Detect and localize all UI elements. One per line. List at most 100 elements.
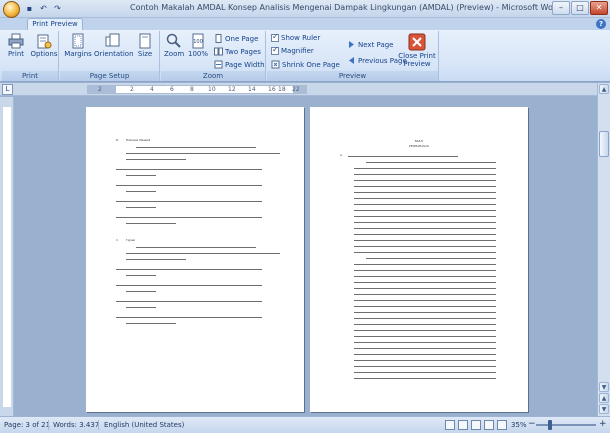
ruler-number: 12 (228, 86, 236, 93)
ruler-number: 10 (208, 86, 216, 93)
text-line (354, 192, 496, 193)
chapter-number: BAB II (414, 140, 424, 143)
show-ruler-checkbox[interactable]: Show Ruler (271, 32, 320, 42)
zoom-label: Zoom (164, 50, 185, 58)
word-count-status[interactable]: Words: 3.437 (53, 421, 99, 429)
horizontal-ruler[interactable]: 2 2 4 6 8 10 12 14 16 18 22 (87, 85, 307, 94)
text-line (126, 253, 280, 254)
text-line (354, 204, 496, 205)
orientation-icon (105, 33, 120, 47)
text-line (354, 294, 496, 295)
magnifier-label: Magnifier (281, 47, 314, 55)
web-layout-view-icon[interactable] (471, 420, 481, 430)
section-a-number: A. (340, 154, 343, 157)
ruler-number: 14 (248, 86, 256, 93)
zoom-out-icon[interactable]: − (528, 419, 536, 429)
text-line (348, 156, 458, 157)
ruler-left-margin (88, 86, 116, 93)
office-button[interactable] (3, 1, 20, 18)
zoom-in-icon[interactable]: + (599, 419, 607, 429)
undo-icon[interactable]: ↶ (38, 3, 49, 14)
text-line (354, 174, 496, 175)
size-button[interactable]: Size (134, 33, 156, 58)
text-line (354, 234, 496, 235)
text-line (116, 285, 262, 286)
zoom-level-status[interactable]: 35% (511, 421, 527, 429)
show-ruler-check[interactable] (271, 32, 279, 42)
outline-view-icon[interactable] (484, 420, 494, 430)
text-line (354, 252, 496, 253)
text-line (126, 307, 156, 308)
text-line (354, 366, 496, 367)
options-button[interactable]: Options (30, 33, 58, 58)
document-area[interactable]: B. Rumusan Masalah C. Tujuan BAB II PEMB… (14, 97, 596, 416)
help-icon[interactable]: ? (596, 19, 606, 29)
text-line (116, 185, 262, 186)
zoom-slider[interactable] (536, 424, 596, 426)
text-line (126, 175, 156, 176)
text-line (354, 318, 496, 319)
horizontal-ruler-row: L 2 2 4 6 8 10 12 14 16 18 22 (0, 83, 610, 96)
language-status[interactable]: English (United States) (104, 421, 184, 429)
page-width-button[interactable]: Page Width (214, 60, 265, 69)
magnifier-checkbox[interactable]: Magnifier (271, 45, 314, 55)
page-left: B. Rumusan Masalah C. Tujuan (86, 107, 304, 412)
draft-view-icon[interactable] (497, 420, 507, 430)
close-print-preview-label: Close Print Preview (398, 52, 436, 68)
margins-button[interactable]: Margins (63, 33, 93, 58)
text-line (126, 159, 186, 160)
orientation-button[interactable]: Orientation (94, 33, 134, 58)
print-button[interactable]: Print (5, 33, 27, 58)
status-separator (98, 420, 99, 430)
vertical-scrollbar[interactable]: ▲ ▼ ▲ ▼ (597, 83, 610, 416)
heading-b-number: B. (116, 139, 119, 142)
vertical-ruler[interactable] (0, 97, 14, 416)
next-page-arrow-icon[interactable]: ▼ (599, 404, 609, 414)
text-line (354, 180, 496, 181)
text-line (136, 147, 256, 148)
next-page-button[interactable]: Next Page (347, 40, 393, 49)
text-line (354, 282, 496, 283)
ruler-number: 22 (292, 86, 300, 93)
save-icon[interactable]: ▪ (24, 3, 35, 14)
text-line (354, 276, 496, 277)
zoom-button[interactable]: Zoom (164, 33, 184, 58)
two-pages-button[interactable]: Two Pages (214, 47, 261, 56)
redo-icon[interactable]: ↷ (52, 3, 63, 14)
one-page-button[interactable]: One Page (214, 34, 258, 43)
previous-page-arrow-icon[interactable]: ▲ (599, 393, 609, 403)
text-line (366, 258, 496, 259)
text-line (354, 324, 496, 325)
svg-text:100: 100 (193, 39, 203, 45)
scroll-down-arrow-icon[interactable]: ▼ (599, 382, 609, 392)
title-bar: ▪ ↶ ↷ Contoh Makalah AMDAL Konsep Analis… (0, 0, 610, 18)
heading-c-number: C. (116, 239, 119, 242)
text-line (126, 323, 176, 324)
maximize-button[interactable]: □ (571, 1, 589, 15)
shrink-one-page-button[interactable]: Shrink One Page (271, 60, 340, 69)
full-screen-reading-view-icon[interactable] (458, 420, 468, 430)
heading-c-text: Tujuan (126, 239, 136, 242)
two-pages-icon (214, 47, 223, 56)
orientation-label: Orientation (94, 50, 134, 58)
page-right: BAB II PEMBAHASAN A. (310, 107, 528, 412)
close-window-button[interactable]: ✕ (590, 1, 608, 15)
group-zoom: Zoom 100 100% One Page Two Pages Page Wi… (161, 31, 266, 81)
close-print-preview-button[interactable]: Close Print Preview (397, 33, 437, 68)
scroll-up-arrow-icon[interactable]: ▲ (599, 84, 609, 94)
page-count-status[interactable]: Page: 3 of 21 (4, 421, 50, 429)
print-layout-view-icon[interactable] (445, 420, 455, 430)
next-page-label: Next Page (358, 40, 394, 49)
magnifier-check[interactable] (271, 45, 279, 55)
status-separator (48, 420, 49, 430)
scrollbar-thumb[interactable] (599, 131, 609, 157)
text-line (116, 269, 262, 270)
ruler-number: 4 (150, 86, 154, 93)
zoom-slider-knob[interactable] (548, 420, 552, 430)
text-line (126, 291, 156, 292)
text-line (354, 300, 496, 301)
ruler-toggle-button[interactable]: L (2, 84, 13, 95)
text-line (354, 336, 496, 337)
minimize-button[interactable]: – (552, 1, 570, 15)
zoom-100-button[interactable]: 100 100% (186, 33, 210, 58)
